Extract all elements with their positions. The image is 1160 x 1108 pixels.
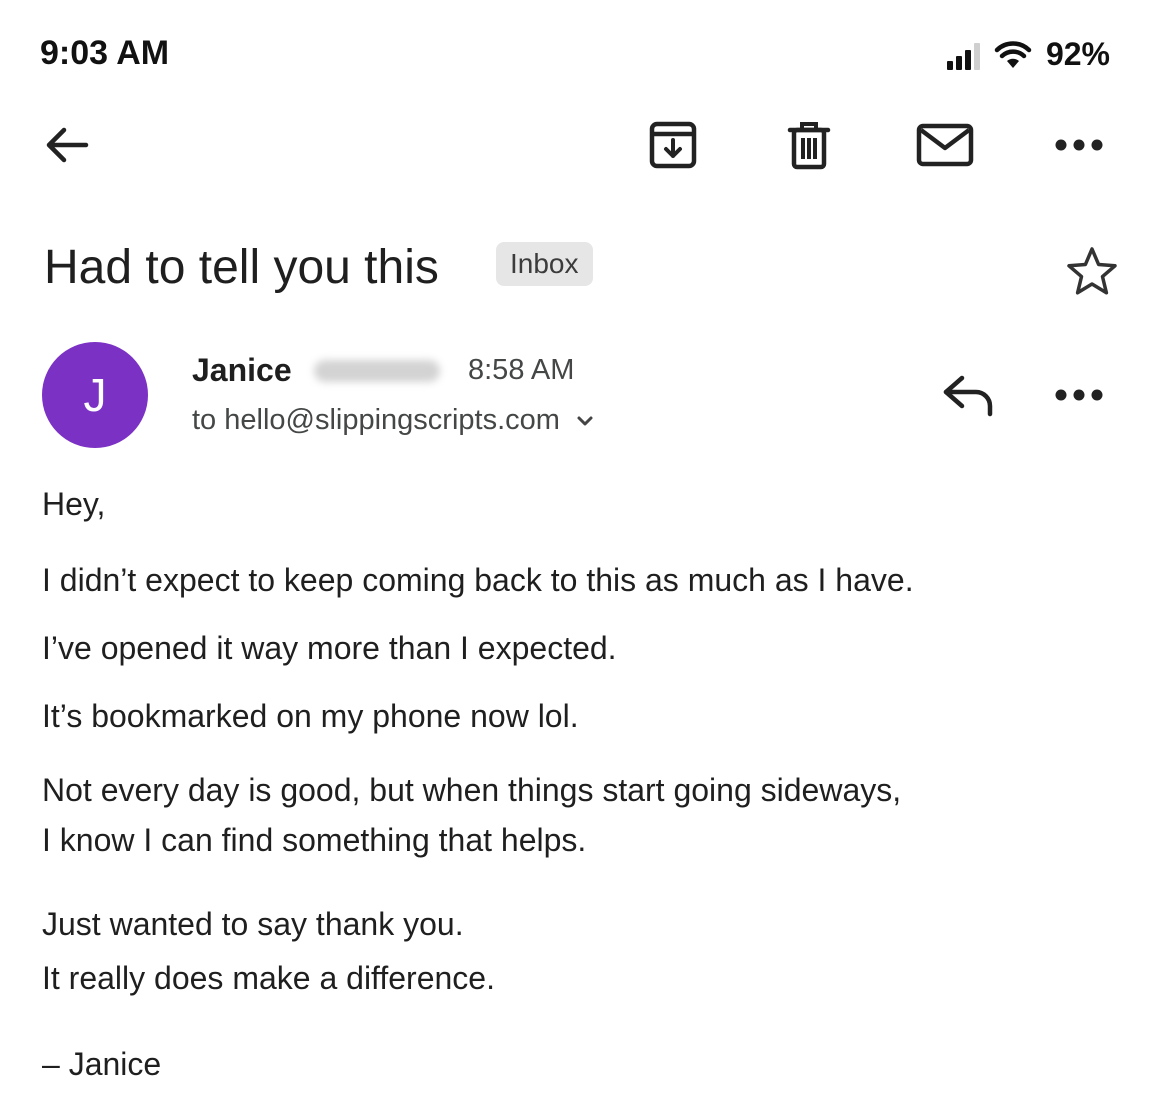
signature: – Janice: [42, 1046, 162, 1082]
message-more-icon[interactable]: [1044, 362, 1114, 428]
back-arrow-icon[interactable]: [32, 110, 102, 180]
body-line: Just wanted to say thank you.: [42, 906, 464, 942]
body-line: I’ve opened it way more than I expected.: [42, 630, 617, 666]
archive-icon[interactable]: [638, 110, 708, 180]
body-line: Hey,: [42, 486, 106, 522]
sender-name: Janice: [192, 352, 292, 388]
more-icon[interactable]: [1044, 110, 1114, 180]
status-time: 9:03 AM: [40, 34, 170, 72]
redacted-last-name: [314, 360, 440, 382]
body-line: Not every day is good, but when things s…: [42, 772, 902, 808]
email-subject: Had to tell you this: [44, 241, 439, 294]
recipient-details-toggle[interactable]: to hello@slippingscripts.com: [192, 404, 596, 437]
body-line: I know I can find something that helps.: [42, 822, 587, 858]
star-icon[interactable]: [1064, 244, 1120, 300]
chevron-down-icon: [577, 416, 593, 425]
recipient-text: to hello@slippingscripts.com: [192, 404, 560, 436]
toolbar: [0, 110, 1160, 180]
reply-icon[interactable]: [936, 362, 1002, 428]
battery-level: 92%: [1045, 36, 1110, 72]
body-line: It really does make a difference.: [42, 960, 495, 996]
subject-row: Had to tell you this Inbox: [44, 236, 1124, 306]
avatar[interactable]: J: [42, 342, 148, 448]
mail-icon[interactable]: [910, 110, 980, 180]
body-line: I didn’t expect to keep coming back to t…: [42, 562, 914, 598]
trash-icon[interactable]: [774, 110, 844, 180]
body-line: It’s bookmarked on my phone now lol.: [42, 698, 579, 734]
status-icons: 92%: [946, 36, 1110, 73]
status-bar: 9:03 AM 92%: [0, 0, 1160, 100]
signal-icon: [946, 40, 980, 70]
email-time: 8:58 AM: [468, 354, 575, 386]
wifi-icon: [994, 40, 1032, 68]
inbox-label-badge[interactable]: Inbox: [496, 242, 593, 286]
